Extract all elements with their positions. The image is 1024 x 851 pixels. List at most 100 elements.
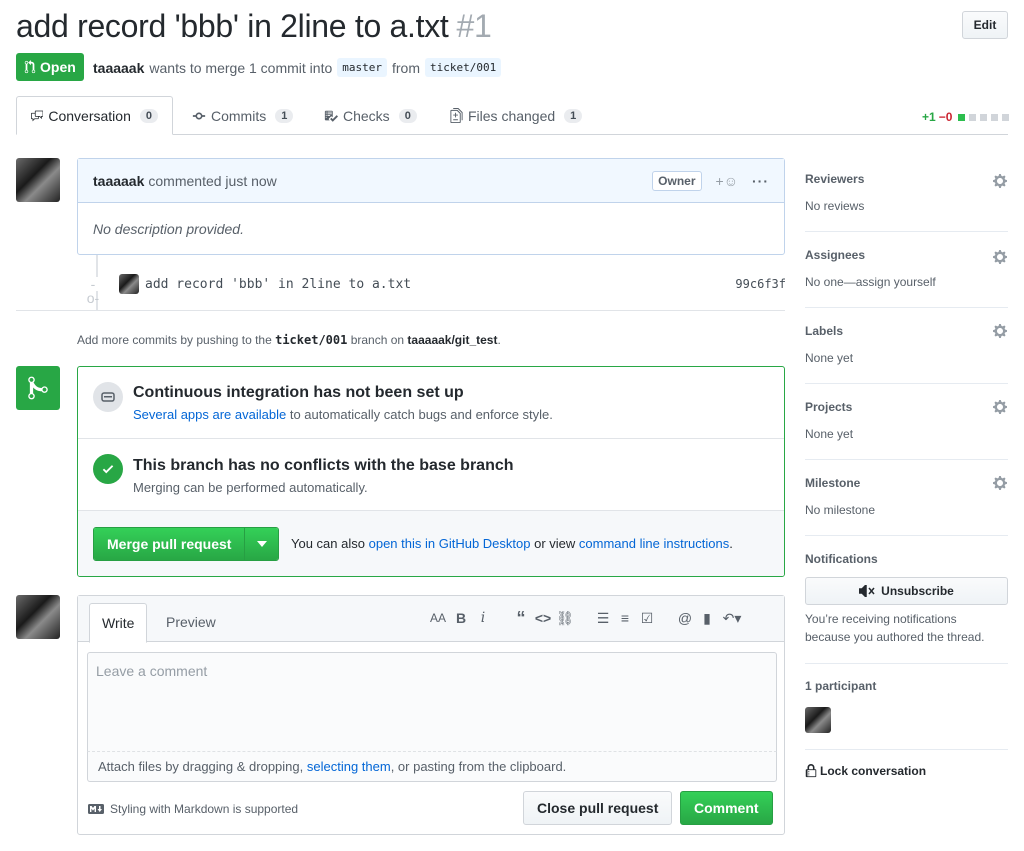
triangle-down-icon [256,541,267,547]
git-merge-icon [16,366,60,410]
checklist-icon [324,110,338,122]
attach-bar[interactable]: Attach files by dragging & dropping, sel… [87,752,777,782]
code-icon[interactable]: <> [534,608,552,628]
cli-link[interactable]: command line instructions [579,536,729,551]
more-options-icon[interactable]: ··· [752,173,769,189]
comment-author[interactable]: taaaaak [93,173,144,189]
push-note-branch: ticket/001 [275,333,348,347]
reply-icon[interactable]: ↶▾ [720,608,744,628]
merge-button[interactable]: Merge pull request [94,528,245,560]
comment-form: Write Preview AA B i “ <> ⛓ ☰ ≡ ☑ @ ▮ ↶▾… [77,595,785,835]
desktop-link[interactable]: open this in GitHub Desktop [369,536,531,551]
tab-label: Files changed [468,107,556,124]
ordered-list-icon[interactable]: ≡ [616,608,634,628]
participant-avatar[interactable] [805,707,831,733]
tab-checks[interactable]: Checks 0 [310,96,431,135]
tab-conversation[interactable]: Conversation 0 [16,96,173,135]
italic-icon[interactable]: i [474,608,492,628]
push-note-middle: branch on [350,333,405,347]
markdown-icon[interactable] [88,804,104,814]
commit-sha[interactable]: 99c6f3f [735,277,786,291]
diffstat: +1 −0 [922,110,1010,124]
link-icon[interactable]: ⛓ [556,608,574,628]
comment-body: No description provided. [93,221,244,237]
commit-message[interactable]: add record 'bbb' in 2line to a.txt [145,277,411,292]
tab-count: 0 [139,108,158,123]
tab-preview[interactable]: Preview [154,603,228,643]
comment-textarea[interactable]: Leave a comment [87,652,777,752]
head-branch[interactable]: ticket/001 [425,58,502,77]
bookmark-icon[interactable]: ▮ [698,608,716,628]
base-branch[interactable]: master [337,58,387,77]
sidebar-milestone[interactable]: Milestone No milestone [805,460,1008,536]
sidebar-notifications: Notifications Unsubscribe You’re receivi… [805,536,1008,664]
sidebar-projects[interactable]: Projects None yet [805,384,1008,460]
from-text: from [392,59,420,76]
ci-text: to automatically catch bugs and enforce … [289,407,553,422]
sidebar: Reviewers No reviews Assignees No one—as… [805,158,1008,838]
quote-icon[interactable]: “ [512,608,530,628]
unsubscribe-button[interactable]: Unsubscribe [805,577,1008,605]
add-reaction-icon[interactable]: +☺ [716,173,738,189]
sidebar-labels[interactable]: Labels None yet [805,308,1008,384]
tab-count: 1 [564,108,583,123]
merge-button-group: Merge pull request [93,527,280,561]
markdown-text[interactable]: Styling with Markdown is supported [110,802,298,816]
author-link[interactable]: taaaaak [93,60,144,76]
close-pr-button[interactable]: Close pull request [523,791,673,825]
tab-files-changed[interactable]: Files changed 1 [436,96,596,135]
labels-title: Labels [805,324,844,338]
edit-button[interactable]: Edit [962,11,1008,39]
meta-text: wants to merge 1 commit into [149,59,333,76]
gear-icon[interactable] [992,249,1008,265]
projects-value: None yet [805,427,854,441]
select-files-link[interactable]: selecting them [307,759,391,774]
bold-icon[interactable]: B [452,608,470,628]
comment-action: commented just now [148,172,277,189]
tab-count: 1 [275,108,294,123]
sidebar-participants: 1 participant [805,664,1008,750]
commit-row: -o- add record 'bbb' in 2line to a.txt 9… [86,270,786,305]
ci-icon [93,382,123,412]
ci-section: Continuous integration has not been set … [78,367,784,439]
unordered-list-icon[interactable]: ☰ [594,608,612,628]
reviewers-title: Reviewers [805,172,865,186]
commit-avatar[interactable] [119,274,139,294]
task-list-icon[interactable]: ☑ [638,608,656,628]
conflict-subtitle: Merging can be performed automatically. [133,480,368,495]
gear-icon[interactable] [992,323,1008,339]
gear-icon[interactable] [992,399,1008,415]
tab-write[interactable]: Write [89,603,148,643]
diffstat-block-neutral [980,113,988,121]
push-note: Add more commits by pushing to the ticke… [77,333,501,347]
assignees-value[interactable]: No one—assign yourself [805,275,936,289]
ci-title: Continuous integration has not been set … [133,384,464,401]
current-user-avatar[interactable] [16,595,60,639]
comment-button[interactable]: Comment [680,791,773,825]
labels-value: None yet [805,351,854,365]
diffstat-block-added [958,113,966,121]
ci-apps-link[interactable]: Several apps are available [133,407,286,422]
merge-footer: Merge pull request You can also open thi… [78,511,784,576]
gear-icon[interactable] [992,475,1008,491]
unsubscribe-label: Unsubscribe [881,584,954,598]
tab-commits[interactable]: Commits 1 [178,96,307,135]
diff-icon [450,108,463,123]
mention-icon[interactable]: @ [676,608,694,628]
tab-label: Checks [343,107,390,124]
lock-label: Lock conversation [820,764,927,778]
gear-icon[interactable] [992,173,1008,189]
header-icon[interactable]: AA [428,608,448,628]
conflict-section: This branch has no conflicts with the ba… [78,439,784,511]
reviewers-value: No reviews [805,199,865,213]
sidebar-assignees[interactable]: Assignees No one—assign yourself [805,232,1008,308]
check-icon [93,454,123,484]
merge-method-dropdown[interactable] [244,528,279,560]
comment-header: taaaaak commented just now Owner +☺ ··· [78,159,784,203]
avatar[interactable] [16,158,60,202]
push-note-prefix: Add more commits by pushing to the [77,333,272,347]
sidebar-reviewers[interactable]: Reviewers No reviews [805,158,1008,232]
participants-title: 1 participant [805,679,877,693]
lock-conversation[interactable]: Lock conversation [805,764,926,778]
merge-alt-text: You can also open this in GitHub Desktop… [291,536,733,551]
